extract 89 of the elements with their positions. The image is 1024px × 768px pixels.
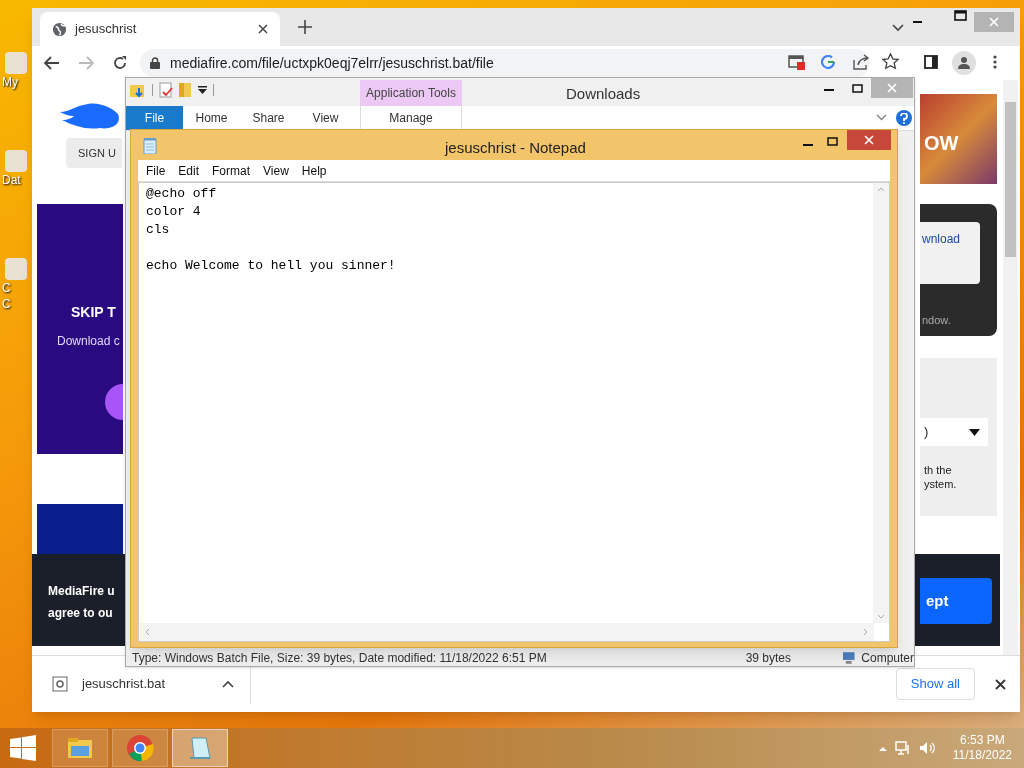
menu-item[interactable]: View (257, 161, 295, 180)
chevron-down-icon[interactable] (892, 24, 904, 32)
info-text: th the (924, 463, 952, 478)
notepad-icon (143, 138, 157, 154)
dropdown-arrow-icon (969, 428, 980, 436)
folder-download-icon[interactable] (130, 82, 146, 98)
select-field[interactable]: ) (920, 418, 988, 446)
browser-icon (126, 734, 154, 762)
context-tab-group: Application Tools (360, 80, 462, 106)
google-icon[interactable] (821, 55, 835, 69)
show-all-button[interactable]: Show all (895, 668, 975, 700)
menu-item[interactable]: Format (206, 161, 257, 180)
globe-icon (52, 21, 67, 37)
share-icon[interactable] (852, 54, 870, 70)
scrollbar-thumb[interactable] (1005, 102, 1016, 257)
back-icon[interactable] (44, 56, 60, 70)
computer-icon (841, 652, 856, 664)
taskbar-button[interactable] (112, 729, 168, 767)
address-bar[interactable]: mediafire.com/file/uctxpk0eqj7elrr/jesuschrist.bat/file (140, 49, 870, 77)
properties-icon[interactable] (159, 82, 173, 98)
status-details: Type: Windows Batch File, Size: 39 bytes, Date modified: 11/18/2022 6:51 PM (132, 650, 548, 667)
network-icon[interactable] (894, 741, 911, 755)
vertical-scrollbar[interactable] (873, 183, 889, 623)
desktop-icon-label: C (1, 280, 11, 296)
promo-text: Download c (57, 333, 120, 350)
select-value: ) (924, 423, 929, 442)
cookie-text: MediaFire u (48, 583, 115, 600)
status-location: Computer (861, 650, 914, 667)
close-icon[interactable] (258, 24, 268, 34)
ribbon-tab[interactable]: File (126, 106, 183, 130)
browser-tab[interactable]: jesuschrist (40, 12, 280, 46)
promo-button[interactable] (105, 384, 123, 420)
menu-item[interactable]: Edit (172, 161, 206, 180)
maximize-icon[interactable] (827, 137, 838, 146)
status-size: 39 bytes (745, 650, 793, 667)
scroll-up-icon[interactable] (877, 187, 885, 192)
batch-file-icon (52, 676, 68, 692)
banner-text: OW (924, 131, 959, 156)
side-panel-icon[interactable] (924, 55, 938, 69)
chevron-up-icon[interactable] (222, 680, 234, 688)
menu-icon[interactable] (993, 55, 997, 69)
customize-icon[interactable] (198, 86, 207, 94)
text-area[interactable]: @echo off color 4 cls echo Welcome to hell you sinner! (138, 182, 890, 642)
menu-item[interactable]: File (140, 161, 172, 180)
url-text: mediafire.com/file/uctxpk0eqj7elrr/jesuschrist.bat/file (170, 53, 494, 73)
desktop-icon-label: C (1, 296, 11, 312)
promo-title: SKIP T (71, 303, 116, 322)
maximize-icon[interactable] (852, 84, 863, 93)
window-title: jesuschrist - Notepad (445, 138, 586, 158)
menu-item[interactable]: Help (295, 161, 333, 180)
file-content: @echo off color 4 cls echo Welcome to hell you sinner! (146, 185, 396, 275)
taskbar-button[interactable] (52, 729, 108, 767)
taskbar-button[interactable] (172, 729, 228, 767)
download-link[interactable]: wnload (920, 222, 980, 284)
scroll-right-icon[interactable] (863, 628, 868, 636)
download-file-name[interactable]: jesuschrist.bat (82, 674, 222, 694)
tab-title: jesuschrist (75, 20, 138, 39)
plus-icon[interactable] (298, 20, 312, 34)
accept-button[interactable]: ept (920, 578, 992, 624)
desktop-icon-label: My (1, 74, 18, 90)
chevron-down-icon[interactable] (876, 114, 887, 121)
star-icon[interactable] (882, 53, 899, 70)
sign-up-button[interactable]: SIGN U (66, 138, 122, 168)
note-text: ndow. (922, 313, 951, 328)
close-icon (864, 135, 874, 145)
desktop-icon-label: Dat (1, 172, 21, 188)
close-icon (887, 83, 897, 93)
speaker-icon[interactable] (918, 741, 935, 755)
scroll-down-icon[interactable] (877, 614, 885, 619)
close-icon (989, 17, 999, 27)
scrollbar[interactable] (1003, 80, 1018, 655)
windows-start-icon[interactable] (10, 735, 36, 761)
blocked-popup-icon[interactable] (788, 54, 806, 70)
maximize-icon[interactable] (954, 10, 967, 21)
close-button[interactable] (847, 130, 891, 150)
person-icon (957, 56, 971, 70)
minimize-icon[interactable] (803, 143, 813, 147)
window-title: Downloads (566, 84, 641, 104)
close-icon[interactable] (995, 678, 1006, 690)
info-text: ystem. (924, 477, 957, 492)
cookie-text: agree to ou (48, 605, 113, 622)
lock-icon (150, 57, 160, 69)
minimize-icon[interactable] (824, 88, 834, 92)
reload-icon[interactable] (112, 55, 128, 71)
profile-button[interactable] (952, 51, 976, 75)
forward-icon[interactable] (78, 56, 94, 70)
horizontal-scrollbar[interactable] (139, 623, 874, 641)
question-mark-icon (900, 112, 908, 124)
scroll-left-icon[interactable] (145, 628, 150, 636)
